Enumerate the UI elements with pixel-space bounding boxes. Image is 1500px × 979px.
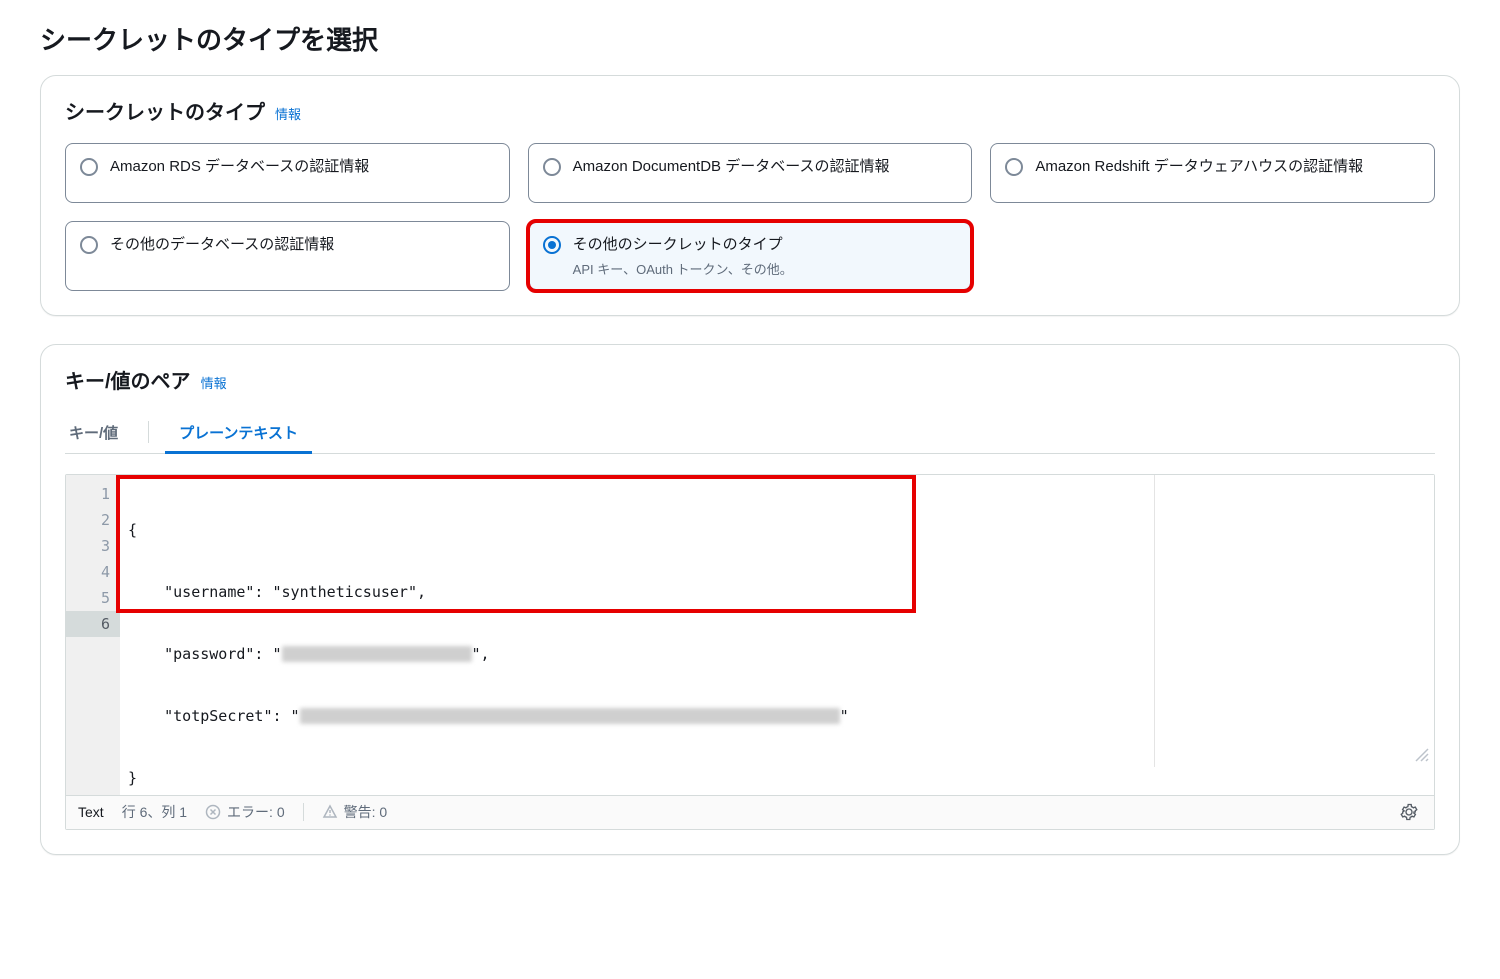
radio-option-other-secret[interactable]: その他のシークレットのタイプ API キー、OAuth トークン、その他。 [528, 221, 973, 291]
code-editor[interactable]: 1 2 3 4 5 6 { "username": "syntheticsuse… [65, 474, 1435, 830]
radio-label: その他のデータベースの認証情報 [110, 236, 334, 253]
code-area[interactable]: { "username": "syntheticsuser", "passwor… [120, 475, 1434, 795]
tab-plaintext[interactable]: プレーンテキスト [175, 412, 302, 453]
radio-label: その他のシークレットのタイプ [573, 236, 783, 253]
redacted-value [300, 708, 840, 724]
radio-label: Amazon DocumentDB データベースの認証情報 [573, 158, 890, 175]
tab-divider [148, 421, 149, 443]
line-number: 2 [66, 507, 110, 533]
radio-icon [80, 158, 98, 176]
radio-sublabel: API キー、OAuth トークン、その他。 [573, 259, 793, 278]
kv-tabs: キー/値 プレーンテキスト [65, 412, 1435, 454]
panel-header: キー/値のペア 情報 [65, 365, 1435, 394]
code-line: "username": "syntheticsuser", [128, 579, 1434, 605]
radio-label: Amazon Redshift データウェアハウスの認証情報 [1035, 158, 1363, 175]
editor-gutter: 1 2 3 4 5 6 [66, 475, 120, 795]
radio-label: Amazon RDS データベースの認証情報 [110, 158, 369, 175]
info-link[interactable]: 情報 [201, 373, 227, 392]
line-number: 1 [66, 481, 110, 507]
code-line: } [128, 765, 1434, 791]
info-link[interactable]: 情報 [275, 104, 301, 123]
secret-type-options: Amazon RDS データベースの認証情報 Amazon DocumentDB… [65, 143, 1435, 291]
page-title: シークレットのタイプを選択 [40, 20, 1460, 57]
line-number: 5 [66, 585, 110, 611]
line-number: 3 [66, 533, 110, 559]
code-line: "totpSecret": "" [128, 703, 1434, 729]
radio-option-rds[interactable]: Amazon RDS データベースの認証情報 [65, 143, 510, 203]
secret-type-panel: シークレットのタイプ 情報 Amazon RDS データベースの認証情報 Ama… [40, 75, 1460, 316]
kv-panel: キー/値のペア 情報 キー/値 プレーンテキスト 1 2 3 4 5 6 { "… [40, 344, 1460, 855]
editor-mode: Text [78, 804, 104, 820]
radio-icon [80, 236, 98, 254]
radio-option-other-db[interactable]: その他のデータベースの認証情報 [65, 221, 510, 291]
redacted-value [282, 646, 472, 662]
resize-handle-icon[interactable] [1414, 747, 1430, 763]
line-number-current: 6 [66, 611, 120, 637]
radio-icon [543, 236, 561, 254]
radio-icon [1005, 158, 1023, 176]
error-icon [205, 804, 221, 820]
panel-header: シークレットのタイプ 情報 [65, 96, 1435, 125]
radio-option-documentdb[interactable]: Amazon DocumentDB データベースの認証情報 [528, 143, 973, 203]
warning-icon [322, 804, 338, 820]
tab-key-value[interactable]: キー/値 [65, 412, 122, 453]
code-line: { [128, 517, 1434, 543]
code-line: "password": "", [128, 641, 1434, 667]
radio-option-redshift[interactable]: Amazon Redshift データウェアハウスの認証情報 [990, 143, 1435, 203]
kv-title: キー/値のペア [65, 365, 191, 394]
line-number: 4 [66, 559, 110, 585]
radio-icon [543, 158, 561, 176]
secret-type-title: シークレットのタイプ [65, 96, 265, 125]
